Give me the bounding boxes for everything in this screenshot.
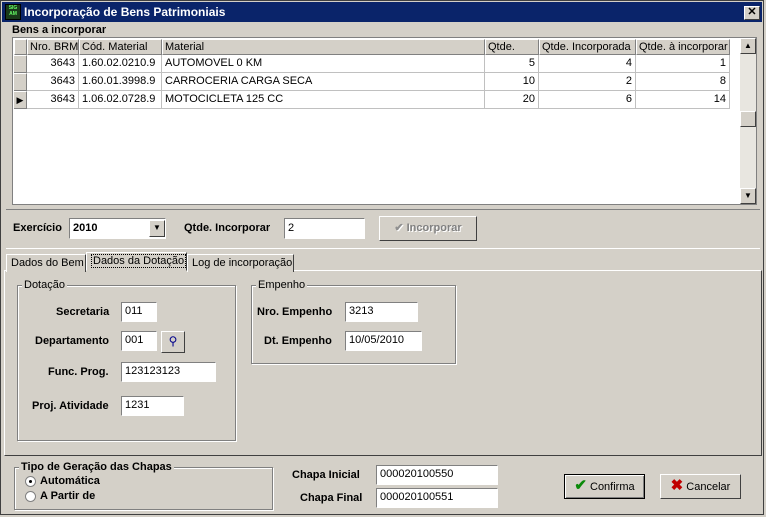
radio-a-partir-de[interactable] [25, 491, 36, 502]
table-cell[interactable]: 1.60.01.3998.9 [79, 73, 162, 91]
tab-dados-da-dotacao[interactable]: Dados da Dotação [86, 252, 187, 271]
nro-empenho-input[interactable]: 3213 [345, 302, 418, 322]
tab-log-incorporacao[interactable]: Log de incorporação [187, 254, 294, 272]
chapa-final-input[interactable]: 000020100551 [376, 488, 498, 508]
table-cell[interactable]: 3643 [27, 91, 79, 109]
func-prog-input[interactable]: 123123123 [121, 362, 216, 382]
tipo-geracao-chapas-group [14, 467, 273, 510]
app-icon: SIG AM [5, 4, 21, 20]
table-cell[interactable]: 20 [485, 91, 539, 109]
table-cell[interactable]: 14 [636, 91, 730, 109]
table-cell[interactable]: CARROCERIA CARGA SECA [162, 73, 485, 91]
proj-atividade-label: Proj. Atividade [32, 400, 109, 412]
tipo-geracao-chapas-title: Tipo de Geração das Chapas [19, 461, 174, 473]
nro-empenho-label: Nro. Empenho [257, 306, 333, 318]
scroll-thumb[interactable] [740, 111, 756, 127]
exercicio-label: Exercício [13, 222, 62, 234]
table-cell[interactable]: 3643 [27, 73, 79, 91]
chapa-inicial-label: Chapa Inicial [292, 469, 360, 481]
chapa-inicial-input[interactable]: 000020100550 [376, 465, 498, 485]
title-bar[interactable]: SIG AM Incorporação de Bens Patrimoniais … [2, 2, 762, 22]
confirma-button-label: Confirma [590, 481, 635, 493]
check-icon: ✔ [574, 477, 587, 494]
proj-atividade-input[interactable]: 1231 [121, 396, 184, 416]
departamento-label: Departamento [35, 335, 109, 347]
secretaria-input[interactable]: 011 [121, 302, 157, 322]
dt-empenho-input[interactable]: 10/05/2010 [345, 331, 422, 351]
x-icon: ✖ [670, 477, 684, 494]
radio-automatica-label[interactable]: Automática [40, 475, 100, 487]
col-header-qtde[interactable]: Qtde. [485, 39, 539, 55]
departamento-input[interactable]: 001 [121, 331, 157, 351]
row-indicator[interactable] [14, 55, 27, 73]
grid-section-label: Bens a incorporar [12, 24, 107, 36]
table-cell[interactable]: MOTOCICLETA 125 CC [162, 91, 485, 109]
table-cell[interactable]: 1.06.02.0728.9 [79, 91, 162, 109]
flashlight-icon[interactable]: ⚲ [161, 331, 185, 353]
table-cell[interactable]: 8 [636, 73, 730, 91]
qtde-incorporar-label: Qtde. Incorporar [184, 222, 271, 234]
check-icon: ✔ [394, 222, 404, 234]
scroll-up-button[interactable]: ▲ [740, 38, 756, 54]
dt-empenho-label: Dt. Empenho [264, 335, 332, 347]
chevron-down-icon[interactable]: ▼ [149, 220, 165, 237]
incorporar-button[interactable]: ✔ Incorporar [379, 216, 477, 241]
chapa-final-label: Chapa Final [300, 492, 363, 504]
cancelar-button[interactable]: ✖ Cancelar [660, 474, 741, 499]
grid-header-indicator [14, 39, 27, 55]
func-prog-label: Func. Prog. [48, 366, 109, 378]
col-header-material[interactable]: Material [162, 39, 485, 55]
tab-dados-da-dotacao-label: Dados da Dotação [91, 254, 187, 268]
table-cell[interactable]: 5 [485, 55, 539, 73]
col-header-cod-material[interactable]: Cód. Material [79, 39, 162, 55]
row-indicator[interactable] [14, 73, 27, 91]
grid-vertical-scrollbar[interactable]: ▲ ▼ [740, 38, 756, 204]
table-cell[interactable]: 4 [539, 55, 636, 73]
secretaria-label: Secretaria [56, 306, 110, 318]
exercicio-value: 2010 [73, 222, 98, 234]
table-cell[interactable]: AUTOMOVEL 0 KM [162, 55, 485, 73]
empenho-group-title: Empenho [256, 279, 308, 291]
dotacao-group-title: Dotação [22, 279, 67, 291]
window-title: Incorporação de Bens Patrimoniais [24, 5, 226, 19]
col-header-qtde-a-incorporar[interactable]: Qtde. à incorporar [636, 39, 730, 55]
table-cell[interactable]: 10 [485, 73, 539, 91]
radio-a-partir-de-label[interactable]: A Partir de [40, 490, 95, 502]
table-cell[interactable]: 2 [539, 73, 636, 91]
tab-dados-do-bem[interactable]: Dados do Bem [6, 254, 86, 272]
items-grid[interactable]: Nro. BRM Cód. Material Material Qtde. Qt… [12, 37, 757, 205]
empenho-group [251, 285, 456, 364]
col-header-qtde-incorporada[interactable]: Qtde. Incorporada [539, 39, 636, 55]
table-cell[interactable]: 1 [636, 55, 730, 73]
col-header-nro-brm[interactable]: Nro. BRM [27, 39, 79, 55]
close-button[interactable]: ✕ [744, 6, 760, 20]
qtde-incorporar-input[interactable]: 2 [284, 218, 365, 239]
incorporar-button-label: Incorporar [406, 222, 462, 234]
cancelar-button-label: Cancelar [686, 481, 731, 493]
scroll-down-button[interactable]: ▼ [740, 188, 756, 204]
table-cell[interactable]: 6 [539, 91, 636, 109]
table-cell[interactable]: 1.60.02.0210.9 [79, 55, 162, 73]
table-cell[interactable]: 3643 [27, 55, 79, 73]
confirma-button[interactable]: ✔ Confirma [564, 474, 645, 499]
radio-automatica[interactable] [25, 476, 36, 487]
current-row-indicator[interactable]: ▶ [14, 91, 27, 109]
